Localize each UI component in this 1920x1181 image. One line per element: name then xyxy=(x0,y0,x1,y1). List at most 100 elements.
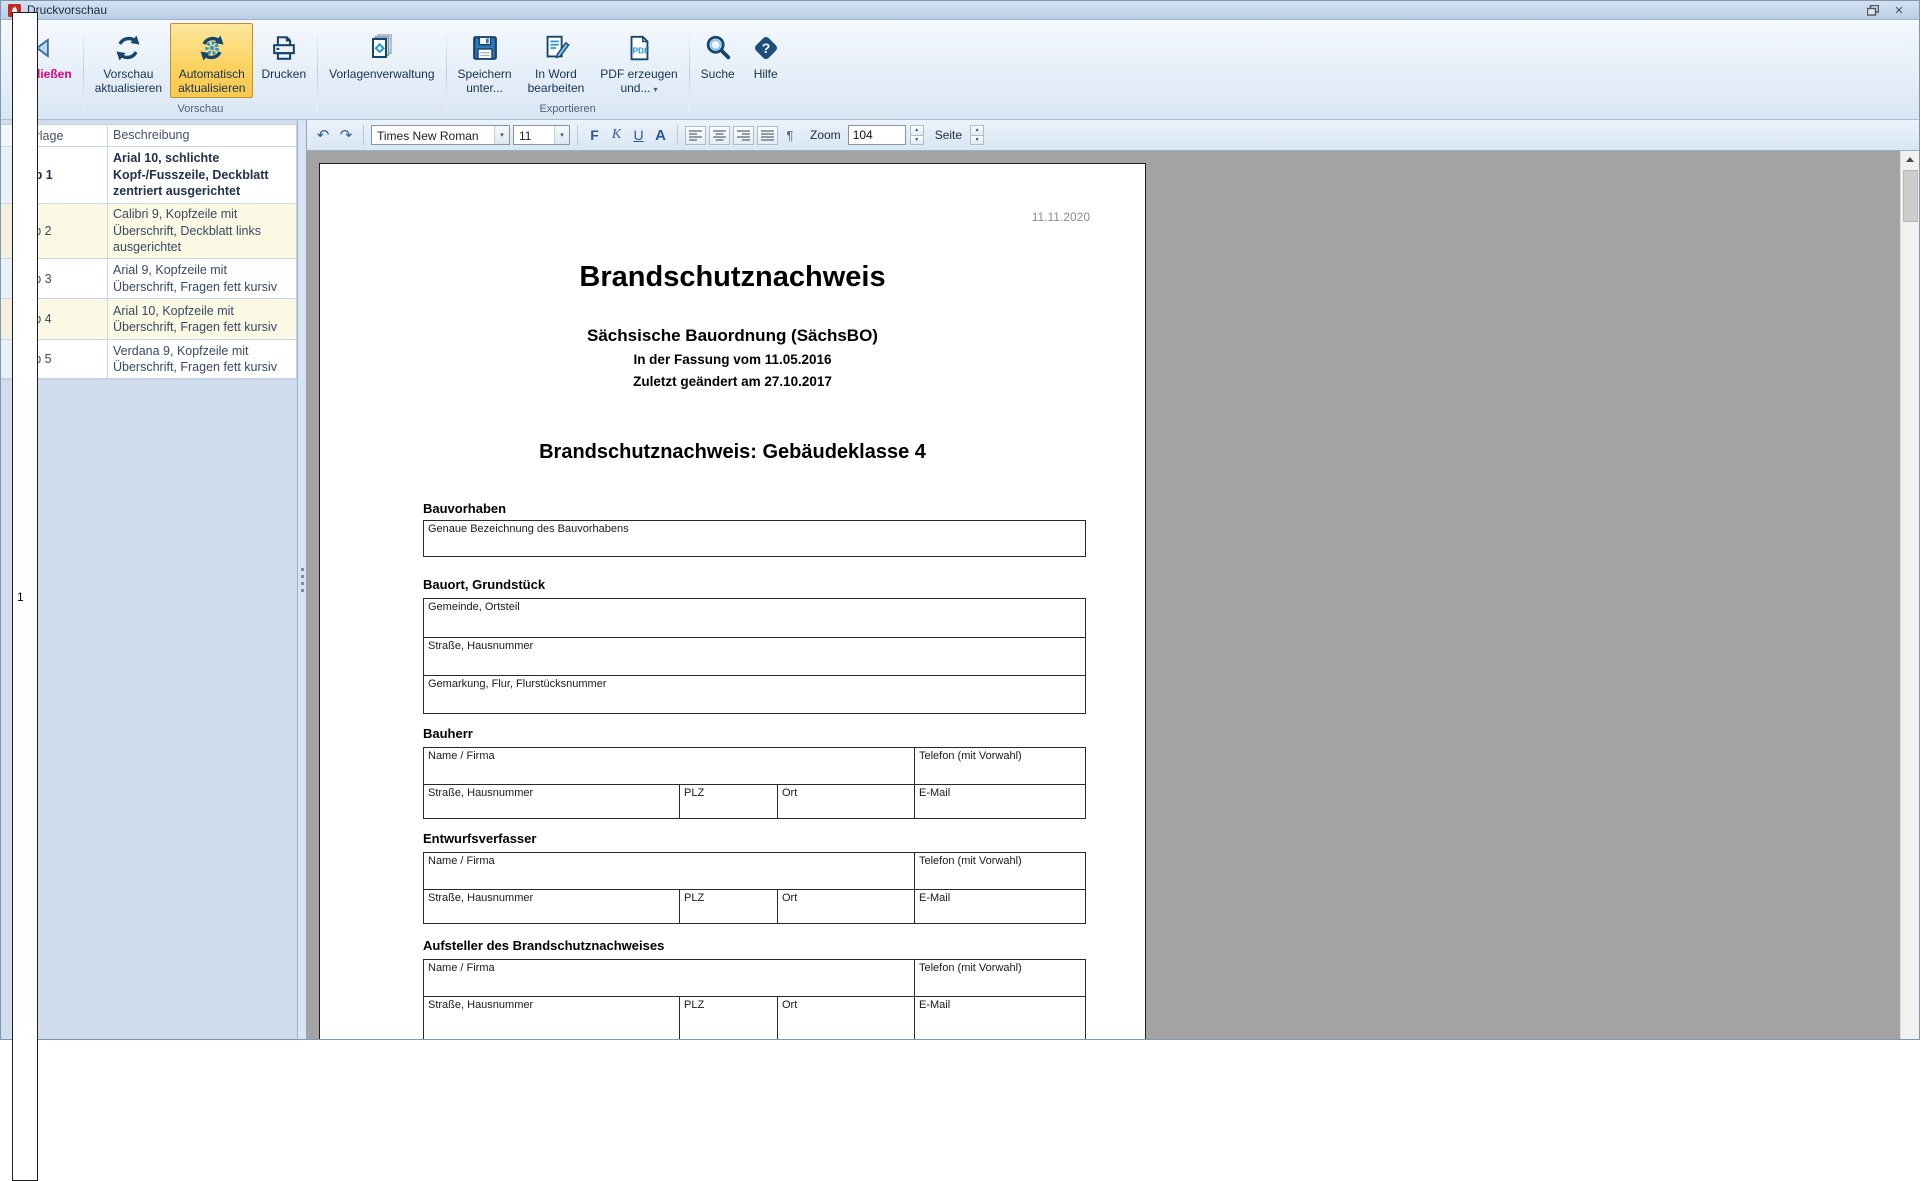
automatisch-aktualisieren-button[interactable]: Automatisch aktualisieren xyxy=(170,23,254,98)
align-right-button[interactable] xyxy=(733,125,754,145)
template-row-typ2[interactable]: Typ 2 Calibri 9, Kopfzeile mit Überschri… xyxy=(1,204,296,259)
templates-stack-icon xyxy=(366,29,398,67)
ribbon-separator xyxy=(445,29,447,111)
font-family-select[interactable]: Times New Roman ▾ xyxy=(371,125,510,145)
drucken-button[interactable]: Drucken xyxy=(253,23,314,84)
splitter-grip-icon xyxy=(300,567,304,592)
template-row-typ4[interactable]: Typ 4 Arial 10, Kopfzeile mit Überschrif… xyxy=(1,299,296,340)
format-toolbar: ↶ ↷ Times New Roman ▾ 11 ▾ F K U A ¶ Zoo… xyxy=(12,12,1919,1181)
preview-content: ↶ ↷ Times New Roman ▾ 11 ▾ F K U A ¶ Zoo… xyxy=(12,12,1919,1181)
bauvorhaben-box: Genaue Bezeichnung des Bauvorhabens xyxy=(423,520,1086,557)
document-amended-line: Zuletzt geändert am 27.10.2017 xyxy=(633,374,832,389)
vorschau-aktualisieren-button[interactable]: Vorschau aktualisieren xyxy=(87,23,170,98)
spinner-up-icon: ▲ xyxy=(909,125,924,135)
template-row-typ5[interactable]: Typ 5 Verdana 9, Kopfzeile mit Überschri… xyxy=(1,340,296,379)
template-sidebar: Vorlage Beschreibung Typ 1 Arial 10, sch… xyxy=(1,120,298,1039)
field-row: Gemarkung, Flur, Flurstücksnummer xyxy=(424,675,1085,713)
chevron-down-icon[interactable]: ▾ xyxy=(494,126,509,144)
printer-icon xyxy=(269,29,299,67)
zoom-input[interactable]: 104 xyxy=(847,125,906,145)
section-label-bauvorhaben: Bauvorhaben xyxy=(423,501,507,516)
refresh-icon xyxy=(112,29,144,67)
underline-button[interactable]: U xyxy=(629,125,648,145)
spinner-down-icon: ▼ xyxy=(909,134,924,145)
ribbon: Schließen Vorschau aktualisieren Automat… xyxy=(1,20,1919,120)
page-input[interactable]: 1 xyxy=(12,12,38,1181)
scroll-up-arrow-icon xyxy=(1906,157,1914,162)
align-left-button[interactable] xyxy=(685,125,706,145)
spinner-up-icon: ▲ xyxy=(970,125,985,135)
scrollbar-thumb[interactable] xyxy=(1903,170,1918,222)
sidebar-splitter[interactable] xyxy=(298,120,307,1039)
page-label: Seite xyxy=(934,128,963,142)
ribbon-separator xyxy=(688,29,690,111)
section-label-bauherr: Bauherr xyxy=(423,726,473,741)
document-heading: Brandschutznachweis: Gebäudeklasse 4 xyxy=(539,441,926,463)
field-label: Genaue Bezeichnung des Bauvorhabens xyxy=(428,523,629,535)
ribbon-group-label-vorschau: Vorschau xyxy=(177,103,224,115)
speichern-unter-button[interactable]: Speichern unter... xyxy=(450,23,520,98)
document-version-line: In der Fassung vom 11.05.2016 xyxy=(633,352,832,367)
align-left-icon xyxy=(689,129,702,141)
save-floppy-icon xyxy=(470,29,500,67)
pdf-document-icon: PDF xyxy=(624,29,654,67)
document-date: 11.11.2020 xyxy=(1031,210,1090,224)
ribbon-group-help: Suche ? Hilfe xyxy=(693,23,789,119)
chevron-down-icon[interactable]: ▾ xyxy=(554,126,569,144)
pdf-erzeugen-button[interactable]: PDF PDF erzeugen und... ▾ xyxy=(592,23,685,100)
search-icon xyxy=(703,29,733,67)
main-area: Vorlage Beschreibung Typ 1 Arial 10, sch… xyxy=(1,12,1919,1181)
ribbon-group-exportieren: Speichern unter... In Word bearbeiten PD… xyxy=(450,23,686,119)
word-edit-pencil-icon xyxy=(541,29,571,67)
print-preview-window: Druckvorschau ✕ Schließen Vorschau aktua… xyxy=(0,0,1920,1181)
hilfe-button[interactable]: ? Hilfe xyxy=(743,23,789,84)
redo-icon[interactable]: ↷ xyxy=(336,125,356,145)
align-center-button[interactable] xyxy=(709,125,730,145)
vorlagenverwaltung-button[interactable]: Vorlagenverwaltung xyxy=(321,23,442,84)
font-color-button[interactable]: A xyxy=(651,125,670,145)
vertical-scrollbar[interactable] xyxy=(1900,151,1919,1039)
align-right-icon xyxy=(737,129,750,141)
align-justify-button[interactable] xyxy=(757,125,778,145)
section-label-aufsteller: Aufsteller des Brandschutznachweises xyxy=(423,938,665,953)
align-center-icon xyxy=(713,129,726,141)
document-page: 11.11.2020 Brandschutznachweis Sächsisch… xyxy=(319,163,1146,1039)
suche-button[interactable]: Suche xyxy=(693,23,743,84)
font-size-select[interactable]: 11 ▾ xyxy=(513,125,570,145)
italic-button[interactable]: K xyxy=(607,125,626,145)
template-table: Vorlage Beschreibung Typ 1 Arial 10, sch… xyxy=(1,124,297,380)
document-law-line: Sächsische Bauordnung (SächsBO) xyxy=(587,326,878,345)
formatting-marks-button[interactable]: ¶ xyxy=(781,128,799,143)
in-word-bearbeiten-button[interactable]: In Word bearbeiten xyxy=(520,23,593,98)
field-row: Straße, Hausnummer xyxy=(424,637,1085,675)
template-row-typ1[interactable]: Typ 1 Arial 10, schlichte Kopf-/Fusszeil… xyxy=(1,147,296,204)
entwurfsverfasser-table: Name / Firma Telefon (mit Vorwahl) Straß… xyxy=(423,852,1086,924)
ribbon-group-vorschau: Vorschau aktualisieren Automatisch aktua… xyxy=(87,23,314,119)
aufsteller-table: Name / Firma Telefon (mit Vorwahl) Straß… xyxy=(423,959,1086,1039)
restore-window-button[interactable] xyxy=(1860,3,1886,18)
ribbon-group-label-exportieren: Exportieren xyxy=(539,103,596,115)
zoom-stepper[interactable]: ▲ ▼ xyxy=(909,125,924,145)
bold-button[interactable]: F xyxy=(585,125,604,145)
document-title: Brandschutznachweis xyxy=(579,261,886,293)
scroll-up-button[interactable] xyxy=(1901,151,1919,168)
template-row-typ3[interactable]: Typ 3 Arial 9, Kopfzeile mit Überschrift… xyxy=(1,259,296,299)
template-table-header: Vorlage Beschreibung xyxy=(1,125,296,147)
spinner-down-icon: ▼ xyxy=(970,134,985,145)
svg-text:PDF: PDF xyxy=(632,46,649,56)
undo-icon[interactable]: ↶ xyxy=(313,125,333,145)
bauherr-table: Name / Firma Telefon (mit Vorwahl) Straß… xyxy=(423,747,1086,819)
window-title: Druckvorschau xyxy=(27,3,108,17)
zoom-label: Zoom xyxy=(810,128,841,142)
page-stepper[interactable]: ▲ ▼ xyxy=(970,125,985,145)
preview-canvas: 11.11.2020 Brandschutznachweis Sächsisch… xyxy=(307,151,1900,1039)
svg-text:?: ? xyxy=(761,40,770,56)
pdf-dropdown-arrow-icon: ▾ xyxy=(653,85,658,94)
ribbon-separator xyxy=(317,29,319,111)
help-icon: ? xyxy=(751,29,781,67)
ribbon-separator xyxy=(82,29,84,111)
bauort-box: Gemeinde, Ortsteil Straße, Hausnummer Ge… xyxy=(423,598,1086,714)
close-window-button[interactable]: ✕ xyxy=(1886,3,1912,18)
section-label-entwurfsverfasser: Entwurfsverfasser xyxy=(423,831,537,846)
column-header-beschreibung[interactable]: Beschreibung xyxy=(108,125,296,146)
